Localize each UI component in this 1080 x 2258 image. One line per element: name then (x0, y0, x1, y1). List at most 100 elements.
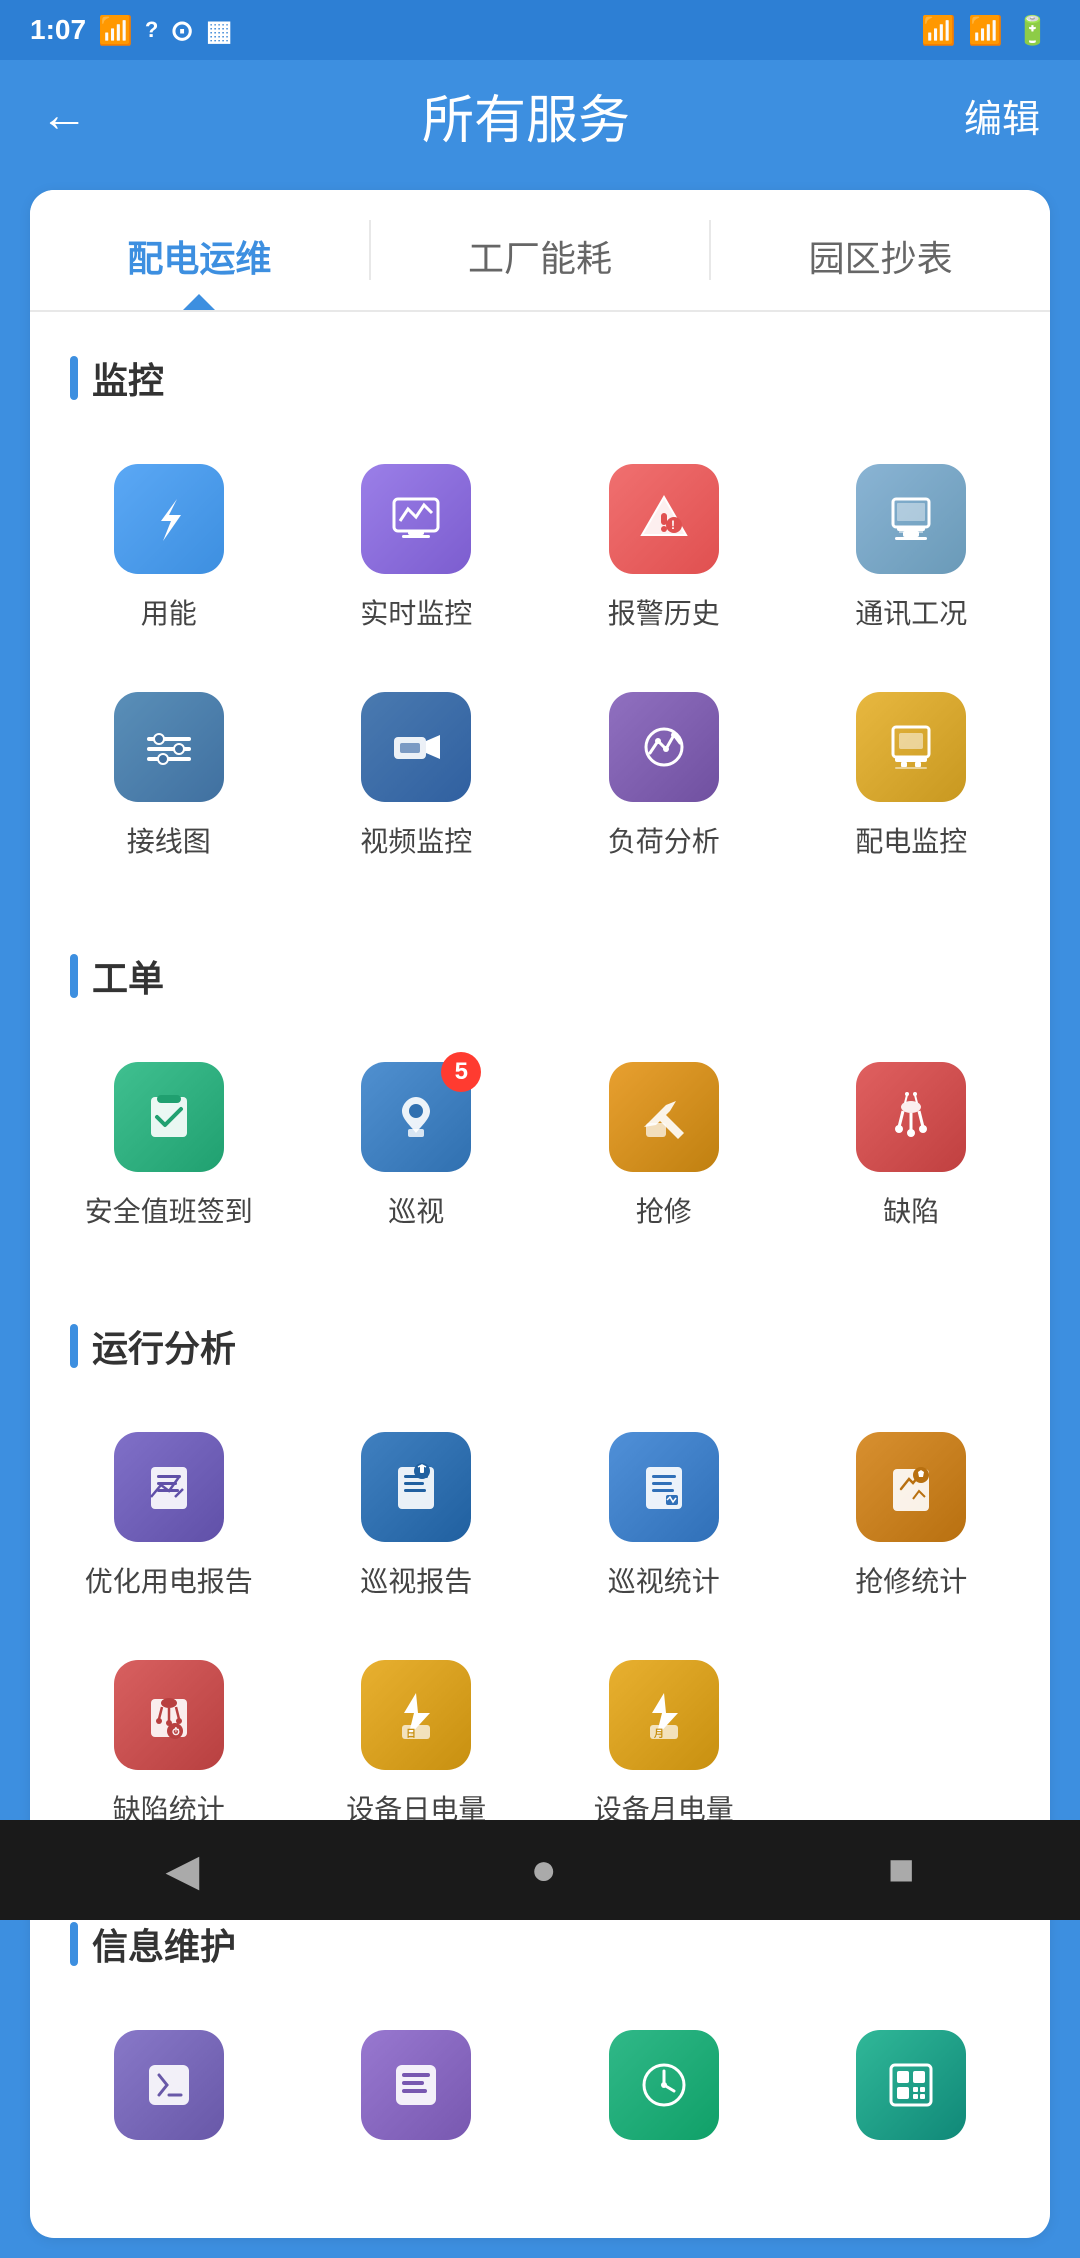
realtime-label: 实时监控 (360, 592, 472, 632)
section-indicator-2 (70, 954, 78, 998)
info-grid (30, 2010, 1050, 2238)
alarm-label: 报警历史 (608, 592, 720, 632)
repair-label: 抢修 (636, 1190, 692, 1230)
item-info1[interactable] (50, 2010, 288, 2178)
info4-icon-wrap (856, 2030, 966, 2140)
elec-report-icon-wrap (114, 1432, 224, 1542)
month-elec-icon-wrap: 月 (609, 1660, 719, 1770)
tab-factory[interactable]: 工厂能耗 (371, 190, 710, 310)
item-wiring[interactable]: 接线图 (50, 672, 288, 880)
section-workorder: 工单 (30, 910, 1050, 1042)
realtime-icon-wrap (361, 464, 471, 574)
alarm-icon-wrap: ! (609, 464, 719, 574)
signal-icon: 📶 (968, 14, 1003, 47)
video-label: 视频监控 (360, 820, 472, 860)
item-info4[interactable] (793, 2010, 1031, 2178)
page-title: 所有服务 (422, 78, 630, 153)
section-analysis: 运行分析 (30, 1280, 1050, 1412)
status-bar-left: 1:07 📶 ? ⊙ ▦ (30, 14, 232, 47)
item-repair[interactable]: 抢修 (545, 1042, 783, 1250)
section-monitor: 监控 (30, 312, 1050, 444)
nav-back-button[interactable]: ◀ (166, 1845, 200, 1896)
monitor-grid: 用能 实时监控 (30, 444, 1050, 910)
status-bar: 1:07 📶 ? ⊙ ▦ 📶 📶 🔋 (0, 0, 1080, 60)
power-label: 配电监控 (855, 820, 967, 860)
repair-icon-wrap (609, 1062, 719, 1172)
patrol-stat-icon-wrap (609, 1432, 719, 1542)
back-button[interactable]: ← (40, 88, 88, 143)
status-time: 1:07 (30, 14, 86, 46)
energy-icon-wrap (114, 464, 224, 574)
defect-label: 缺陷 (883, 1190, 939, 1230)
power-icon-wrap (856, 692, 966, 802)
user-icon: ⊙ (170, 14, 193, 47)
section-indicator-3 (70, 1324, 78, 1368)
item-repair-stat[interactable]: 抢修统计 (793, 1412, 1031, 1620)
checkin-icon-wrap (114, 1062, 224, 1172)
day-elec-icon-wrap: 日 (361, 1660, 471, 1770)
edit-button[interactable]: 编辑 (964, 88, 1040, 143)
patrol-label: 巡视 (388, 1190, 444, 1230)
main-card: 配电运维 工厂能耗 园区抄表 监控 用能 (30, 190, 1050, 2238)
patrol-badge: 5 (441, 1052, 481, 1092)
nav-square-button[interactable]: ■ (888, 1845, 915, 1895)
nav-bar: ◀ ● ■ (0, 1820, 1080, 1920)
header: ← 所有服务 编辑 (0, 60, 1080, 170)
video-icon-wrap (361, 692, 471, 802)
section-monitor-title: 监控 (70, 352, 1010, 404)
wifi-icon: 📶 (98, 14, 133, 47)
patrol-report-label: 巡视报告 (360, 1560, 472, 1600)
item-defect[interactable]: 缺陷 (793, 1042, 1031, 1250)
patrol-stat-label: 巡视统计 (608, 1560, 720, 1600)
svg-text:!: ! (671, 518, 675, 532)
load-icon-wrap (609, 692, 719, 802)
item-info2[interactable] (298, 2010, 536, 2178)
comm-label: 通讯工况 (855, 592, 967, 632)
info3-icon-wrap (609, 2030, 719, 2140)
defect-stat-icon-wrap: ⏱ (114, 1660, 224, 1770)
info2-icon-wrap (361, 2030, 471, 2140)
wiring-icon-wrap (114, 692, 224, 802)
info1-icon-wrap (114, 2030, 224, 2140)
analysis-grid: 优化用电报告 巡视报告 (30, 1412, 1050, 1878)
tab-bar: 配电运维 工厂能耗 园区抄表 (30, 190, 1050, 312)
wifi-status-icon: 📶 (921, 14, 956, 47)
section-indicator (70, 356, 78, 400)
item-video[interactable]: 视频监控 (298, 672, 536, 880)
repair-stat-label: 抢修统计 (855, 1560, 967, 1600)
item-month-elec[interactable]: 月 设备月电量 (545, 1640, 783, 1848)
item-load[interactable]: 负荷分析 (545, 672, 783, 880)
item-power[interactable]: 配电监控 (793, 672, 1031, 880)
item-patrol-stat[interactable]: 巡视统计 (545, 1412, 783, 1620)
energy-label: 用能 (141, 592, 197, 632)
section-info-title: 信息维护 (70, 1918, 1010, 1970)
item-patrol[interactable]: 5 巡视 (298, 1042, 536, 1250)
item-defect-stat[interactable]: ⏱ 缺陷统计 (50, 1640, 288, 1848)
patrol-icon-wrap: 5 (361, 1062, 471, 1172)
patrol-report-icon-wrap (361, 1432, 471, 1542)
item-day-elec[interactable]: 日 设备日电量 (298, 1640, 536, 1848)
repair-stat-icon-wrap (856, 1432, 966, 1542)
item-info3[interactable] (545, 2010, 783, 2178)
checkin-label: 安全值班签到 (85, 1190, 253, 1230)
section-analysis-title: 运行分析 (70, 1320, 1010, 1372)
item-elec-report[interactable]: 优化用电报告 (50, 1412, 288, 1620)
tab-distribution[interactable]: 配电运维 (30, 190, 369, 310)
section-workorder-title: 工单 (70, 950, 1010, 1002)
defect-icon-wrap (856, 1062, 966, 1172)
item-realtime[interactable]: 实时监控 (298, 444, 536, 652)
item-patrol-report[interactable]: 巡视报告 (298, 1412, 536, 1620)
section-indicator-4 (70, 1922, 78, 1966)
wiring-label: 接线图 (127, 820, 211, 860)
item-comm[interactable]: 通讯工况 (793, 444, 1031, 652)
item-alarm[interactable]: ! 报警历史 (545, 444, 783, 652)
sim-icon: ▦ (206, 14, 232, 47)
tab-park[interactable]: 园区抄表 (711, 190, 1050, 310)
svg-text:月: 月 (653, 1728, 664, 1740)
item-energy[interactable]: 用能 (50, 444, 288, 652)
elec-report-label: 优化用电报告 (85, 1560, 253, 1600)
battery-icon: 🔋 (1015, 14, 1050, 47)
item-checkin[interactable]: 安全值班签到 (50, 1042, 288, 1250)
load-label: 负荷分析 (608, 820, 720, 860)
nav-home-button[interactable]: ● (530, 1845, 557, 1895)
